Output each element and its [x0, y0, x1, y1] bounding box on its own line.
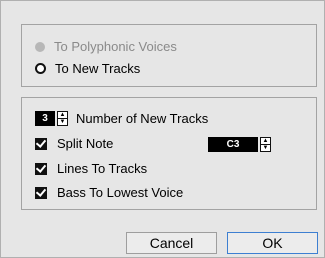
- split-note-field[interactable]: C3: [208, 137, 258, 152]
- radio-polyphonic-voices[interactable]: To Polyphonic Voices: [35, 39, 177, 54]
- spinner-down-icon[interactable]: ▼: [58, 118, 67, 125]
- number-of-tracks-row: 3 ▲ ▼ Number of New Tracks: [35, 111, 208, 126]
- number-of-tracks-label: Number of New Tracks: [76, 111, 209, 126]
- split-note-spinner[interactable]: ▲ ▼: [260, 137, 271, 152]
- bass-to-lowest-label: Bass To Lowest Voice: [57, 185, 184, 200]
- mode-group: To Polyphonic Voices To New Tracks: [21, 24, 317, 87]
- check-icon: [35, 161, 47, 173]
- radio-button-disabled[interactable]: [35, 41, 45, 52]
- dialog: To Polyphonic Voices To New Tracks 3 ▲ ▼…: [0, 0, 325, 258]
- split-note-value-row: C3 ▲ ▼: [208, 137, 271, 152]
- radio-button-selected[interactable]: [35, 63, 46, 74]
- lines-to-tracks-checkbox[interactable]: [35, 161, 47, 175]
- split-note-row: Split Note: [35, 136, 113, 151]
- cancel-button[interactable]: Cancel: [126, 232, 217, 254]
- number-of-tracks-field[interactable]: 3: [35, 111, 55, 126]
- radio-new-tracks-label: To New Tracks: [55, 61, 141, 76]
- check-icon: [35, 136, 47, 148]
- ok-button[interactable]: OK: [227, 232, 318, 254]
- lines-to-tracks-row: Lines To Tracks: [35, 161, 147, 176]
- spinner-down-icon[interactable]: ▼: [261, 144, 270, 151]
- options-group: 3 ▲ ▼ Number of New Tracks Split Note C3…: [21, 97, 317, 210]
- split-note-checkbox[interactable]: [35, 136, 47, 150]
- split-note-label: Split Note: [57, 136, 114, 151]
- bass-to-lowest-row: Bass To Lowest Voice: [35, 185, 183, 200]
- number-of-tracks-spinner[interactable]: ▲ ▼: [57, 111, 68, 126]
- check-icon: [35, 185, 47, 197]
- lines-to-tracks-label: Lines To Tracks: [57, 161, 148, 176]
- bass-to-lowest-checkbox[interactable]: [35, 185, 47, 199]
- radio-polyphonic-label: To Polyphonic Voices: [54, 39, 177, 54]
- radio-new-tracks[interactable]: To New Tracks: [35, 61, 140, 76]
